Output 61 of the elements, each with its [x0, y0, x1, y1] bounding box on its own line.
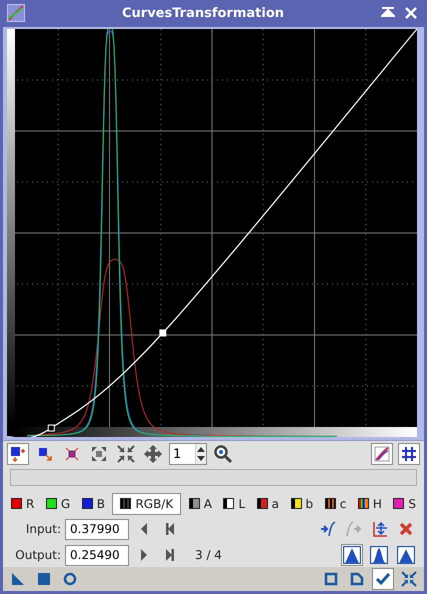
- channel-tab[interactable]: c: [320, 494, 350, 514]
- zoom-spinbox[interactable]: 1: [169, 443, 207, 466]
- channel-tab[interactable]: L: [219, 494, 250, 514]
- peak-icon: [343, 546, 361, 564]
- collapse-arrows-icon: [401, 571, 417, 588]
- channel-tab[interactable]: RGB/K: [112, 492, 182, 515]
- magnifier-button[interactable]: [212, 443, 234, 466]
- triangle-icon: [11, 572, 25, 586]
- channel-tab[interactable]: H: [354, 494, 386, 514]
- square-icon: [37, 572, 51, 586]
- interpolation-button[interactable]: [341, 544, 363, 566]
- add-point-button[interactable]: [7, 443, 29, 466]
- curve-line[interactable]: [7, 28, 417, 437]
- expand-arrows-icon: [91, 446, 107, 462]
- arrow-curve-icon: [346, 521, 362, 538]
- interpolation-button[interactable]: [395, 544, 417, 566]
- square-plus-icon: [10, 446, 26, 462]
- curves-icon: [374, 446, 390, 462]
- triangle-left-icon: [139, 522, 149, 536]
- shade-icon[interactable]: [381, 7, 395, 20]
- skip-back-icon: [165, 522, 175, 536]
- peak-icon: [397, 546, 415, 564]
- circle-icon: [63, 572, 77, 586]
- channel-tab[interactable]: R: [7, 494, 38, 514]
- checkmark-icon: [375, 572, 391, 586]
- all-curves-button[interactable]: [371, 443, 393, 466]
- channel-tab[interactable]: a: [252, 494, 284, 514]
- grid-icon: [401, 446, 417, 462]
- channel-tab[interactable]: B: [78, 494, 109, 514]
- output-label: Output:: [14, 548, 61, 562]
- channel-tab[interactable]: G: [42, 494, 74, 514]
- curve-point[interactable]: [48, 424, 55, 432]
- curves-app-icon: [7, 4, 25, 22]
- input-field[interactable]: 0.37990: [65, 518, 129, 540]
- move-arrows-button[interactable]: [142, 443, 164, 466]
- input-label: Input:: [24, 522, 61, 536]
- cross-icon: [399, 522, 413, 536]
- spin-arrows-icon[interactable]: [196, 445, 206, 464]
- skip-forward-icon: [165, 548, 175, 562]
- interpolation-button[interactable]: [368, 544, 390, 566]
- point-counter: 3 / 4: [195, 548, 222, 562]
- channel-tab[interactable]: S: [389, 494, 420, 514]
- grid-button[interactable]: [398, 443, 420, 466]
- window-title: CurvesTransformation: [120, 6, 286, 21]
- triangle-right-icon: [139, 548, 149, 562]
- square-cross-icon: [65, 447, 79, 462]
- apply-button[interactable]: [372, 568, 394, 590]
- arrow-curve-icon: [320, 521, 336, 538]
- peak-icon: [370, 546, 388, 564]
- magnifier-icon: [214, 445, 232, 464]
- shrink-arrows-icon: [117, 445, 135, 464]
- outline-square-icon: [324, 572, 338, 586]
- channel-tab[interactable]: A: [184, 494, 216, 514]
- move-arrows-icon: [144, 445, 162, 464]
- square-arrow-icon: [38, 447, 52, 462]
- close-icon[interactable]: [405, 7, 417, 20]
- document-icon: [350, 572, 364, 586]
- axis-arrows-icon: [372, 521, 388, 538]
- shrink-arrows-button[interactable]: [115, 443, 137, 466]
- output-field[interactable]: 0.25490: [65, 544, 129, 566]
- channel-tab[interactable]: b: [286, 494, 318, 514]
